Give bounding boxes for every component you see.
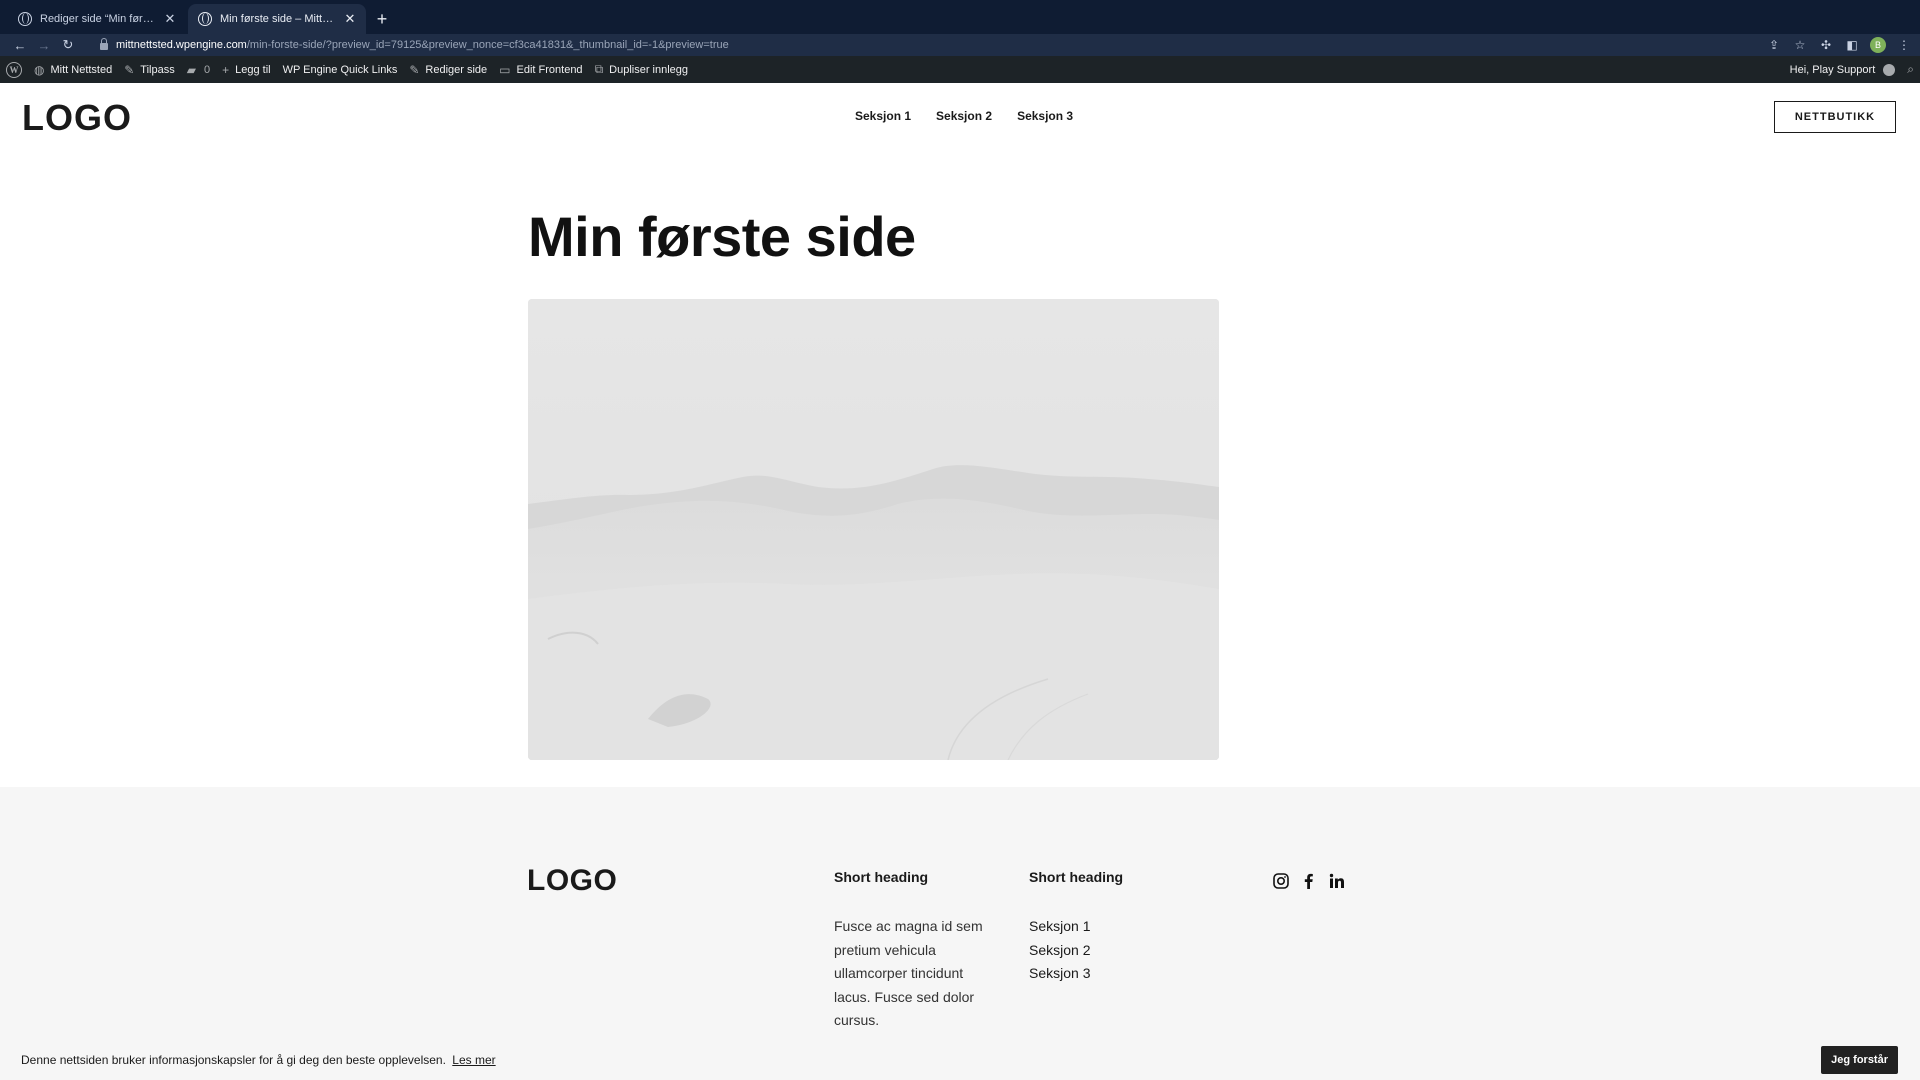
edit-frontend-label: Edit Frontend: [516, 63, 583, 76]
wp-logo-menu[interactable]: W: [0, 56, 28, 83]
greeting-label: Hei, Play Support: [1789, 63, 1876, 76]
new-tab-button[interactable]: +: [368, 4, 396, 34]
comment-count: 0: [203, 63, 211, 76]
footer-heading: Short heading: [1029, 869, 1124, 885]
comment-icon: ▰: [186, 62, 196, 77]
quick-links-label: WP Engine Quick Links: [282, 63, 398, 76]
globe-icon: [18, 12, 32, 26]
duplicate-icon: ⧉: [594, 62, 604, 76]
cookie-read-more-link[interactable]: Les mer: [452, 1053, 495, 1067]
linkedin-icon[interactable]: [1328, 872, 1346, 890]
user-avatar-icon: [1883, 63, 1896, 76]
footer-column-links: Short heading Seksjon 1 Seksjon 2 Seksjo…: [1029, 869, 1123, 986]
cookie-text: Denne nettsiden bruker informasjonskapsl…: [21, 1053, 446, 1067]
share-icon[interactable]: ⇪: [1766, 38, 1782, 52]
site-name-label: Mitt Nettsted: [50, 63, 113, 76]
url-path: /min-forste-side/?preview_id=79125&previ…: [246, 39, 729, 51]
footer-link-seksjon-3[interactable]: Seksjon 3: [1029, 962, 1123, 986]
my-account-menu[interactable]: Hei, Play Support: [1784, 56, 1902, 83]
nav-item-seksjon-1[interactable]: Seksjon 1: [855, 109, 911, 123]
shop-button[interactable]: NETTBUTIKK: [1774, 101, 1896, 133]
browser-toolbar-right: ⇪ ☆ ✣ ◧ B ⋮: [1766, 37, 1912, 53]
footer-links: Seksjon 1 Seksjon 2 Seksjon 3: [1029, 915, 1123, 986]
star-icon[interactable]: ☆: [1792, 38, 1808, 52]
instagram-icon[interactable]: [1272, 872, 1290, 890]
sidepanel-icon[interactable]: ◧: [1844, 38, 1860, 52]
site-footer: LOGO Short heading Fusce ac magna id sem…: [0, 787, 1920, 1080]
duplicate-post-menu[interactable]: ⧉ Dupliser innlegg: [589, 56, 694, 83]
edit-page-menu[interactable]: ✎ Rediger side: [403, 56, 493, 83]
nav-item-seksjon-2[interactable]: Seksjon 2: [936, 109, 992, 123]
forward-icon[interactable]: →: [32, 38, 56, 53]
footer-heading: Short heading: [834, 869, 929, 885]
brush-icon: ✎: [124, 62, 135, 77]
page-title: Min første side: [528, 205, 916, 268]
facebook-icon[interactable]: [1300, 872, 1318, 890]
customize-label: Tilpass: [140, 63, 175, 76]
plus-icon: +: [222, 62, 230, 77]
tab-title: Rediger side “Min første side”: [40, 13, 156, 25]
wp-admin-bar: W ◍ Mitt Nettsted ✎ Tilpass ▰ 0 + Legg t…: [0, 56, 1920, 83]
comments-menu[interactable]: ▰ 0: [181, 56, 216, 83]
cookie-accept-button[interactable]: Jeg forstår: [1821, 1046, 1898, 1074]
edit-page-label: Rediger side: [425, 63, 488, 76]
admin-search[interactable]: ⌕: [1901, 56, 1920, 83]
footer-link-seksjon-2[interactable]: Seksjon 2: [1029, 939, 1123, 963]
globe-icon: [198, 12, 212, 26]
profile-avatar[interactable]: B: [1870, 37, 1886, 53]
site-header: LOGO Seksjon 1 Seksjon 2 Seksjon 3 NETTB…: [0, 83, 1920, 151]
address-bar: ← → ↻ mittnettsted.wpengine.com/min-fors…: [0, 34, 1920, 56]
lock-icon: [100, 38, 108, 50]
footer-logo[interactable]: LOGO: [527, 864, 617, 898]
main-navigation: Seksjon 1 Seksjon 2 Seksjon 3: [855, 109, 1073, 123]
site-name-menu[interactable]: ◍ Mitt Nettsted: [28, 56, 118, 83]
social-links: [1272, 872, 1346, 890]
reload-icon[interactable]: ↻: [56, 37, 80, 53]
extensions-icon[interactable]: ✣: [1818, 38, 1834, 52]
wordpress-icon: W: [6, 61, 22, 78]
duplicate-label: Dupliser innlegg: [609, 63, 689, 76]
close-tab-icon[interactable]: ✕: [342, 11, 358, 27]
frontend-icon: ▭: [499, 62, 511, 77]
search-icon: ⌕: [1907, 62, 1914, 76]
footer-column-text: Short heading Fusce ac magna id sem pret…: [834, 869, 984, 1033]
back-icon[interactable]: ←: [8, 38, 32, 53]
edit-frontend-menu[interactable]: ▭ Edit Frontend: [493, 56, 588, 83]
browser-tab-active[interactable]: Min første side – Mitt Nettsted ✕: [188, 4, 366, 34]
menu-icon[interactable]: ⋮: [1896, 38, 1912, 52]
browser-tab-bar: Rediger side “Min første side” ✕ Min før…: [0, 0, 1920, 34]
site-logo[interactable]: LOGO: [22, 97, 132, 139]
cookie-notice: Denne nettsiden bruker informasjonskapsl…: [0, 1040, 1920, 1080]
url-input[interactable]: mittnettsted.wpengine.com/min-forste-sid…: [90, 35, 1766, 55]
new-content-label: Legg til: [235, 63, 271, 76]
new-content-menu[interactable]: + Legg til: [216, 56, 277, 83]
footer-link-seksjon-1[interactable]: Seksjon 1: [1029, 915, 1123, 939]
customize-menu[interactable]: ✎ Tilpass: [118, 56, 181, 83]
browser-tab[interactable]: Rediger side “Min første side” ✕: [8, 4, 186, 34]
featured-image: [528, 299, 1219, 760]
tab-title: Min første side – Mitt Nettsted: [220, 13, 336, 25]
footer-text: Fusce ac magna id sem pretium vehicula u…: [834, 918, 983, 1028]
pencil-icon: ✎: [409, 62, 420, 77]
cookie-text-wrap: Denne nettsiden bruker informasjonskapsl…: [21, 1053, 496, 1067]
nav-item-seksjon-3[interactable]: Seksjon 3: [1017, 109, 1073, 123]
wpengine-quick-links[interactable]: WP Engine Quick Links: [277, 56, 404, 83]
url-host: mittnettsted.wpengine.com: [116, 39, 247, 51]
close-tab-icon[interactable]: ✕: [162, 11, 178, 27]
dashboard-icon: ◍: [34, 62, 45, 77]
